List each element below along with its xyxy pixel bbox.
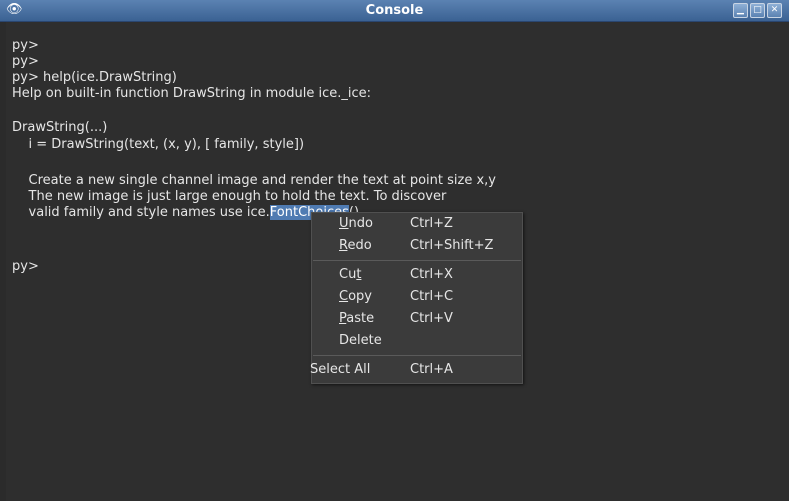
menu-item-cut[interactable]: Cut Ctrl+X — [312, 264, 522, 286]
menu-item-paste[interactable]: Paste Ctrl+V — [312, 308, 522, 330]
menu-item-label: Redo — [339, 238, 372, 253]
menu-item-select-all[interactable]: Select All Ctrl+A — [310, 359, 522, 381]
console-line: valid family and style names use ice.Fon… — [12, 204, 359, 221]
menu-item-label: Paste — [339, 311, 375, 326]
menu-item-shortcut: Ctrl+V — [410, 311, 453, 326]
menu-item-label: Select All — [310, 362, 371, 377]
menu-item-shortcut: Ctrl+A — [410, 362, 453, 377]
close-icon[interactable]: ✕ — [767, 3, 782, 18]
menu-separator — [313, 355, 521, 356]
menu-item-delete[interactable]: Delete — [312, 330, 522, 352]
context-menu: Undo Ctrl+Z Redo Ctrl+Shift+Z Cut Ctrl+X… — [310, 212, 523, 384]
minimize-icon[interactable]: ▁ — [733, 3, 748, 18]
console-line: py> — [12, 54, 39, 69]
menu-separator — [313, 260, 521, 261]
menu-item-label: Delete — [339, 333, 382, 348]
window-title: Console — [365, 3, 424, 18]
menu-item-shortcut: Ctrl+C — [410, 289, 454, 304]
console-window: 👁 Console ▁ □ ✕ py> py> py> help(ice.Dra… — [0, 0, 789, 501]
menu-item-shortcut: Ctrl+X — [410, 267, 453, 282]
console-line: i = DrawString(text, (x, y), [ family, s… — [12, 137, 305, 152]
console-line: The new image is just large enough to ho… — [12, 189, 447, 204]
menu-item-label: Cut — [339, 267, 362, 282]
console-line: py> help(ice.DrawString) — [12, 70, 177, 85]
menu-item-shortcut: Ctrl+Z — [410, 216, 453, 231]
menu-item-label: Copy — [339, 289, 372, 304]
console-line: DrawString(...) — [12, 120, 108, 135]
menu-item-shortcut: Ctrl+Shift+Z — [410, 238, 494, 253]
menu-item-copy[interactable]: Copy Ctrl+C — [312, 286, 522, 308]
maximize-icon[interactable]: □ — [750, 3, 765, 18]
console-line: Create a new single channel image and re… — [12, 173, 496, 188]
title-bar[interactable]: 👁 Console ▁ □ ✕ — [0, 0, 789, 22]
menu-item-redo[interactable]: Redo Ctrl+Shift+Z — [312, 235, 522, 257]
console-prompt[interactable]: py> — [12, 258, 39, 275]
menu-item-undo[interactable]: Undo Ctrl+Z — [312, 213, 522, 235]
console-line: py> — [12, 38, 39, 53]
console-line-text: valid family and style names use ice. — [12, 205, 270, 220]
menu-item-label: Undo — [339, 216, 373, 231]
console-line: Help on built-in function DrawString in … — [12, 86, 372, 101]
